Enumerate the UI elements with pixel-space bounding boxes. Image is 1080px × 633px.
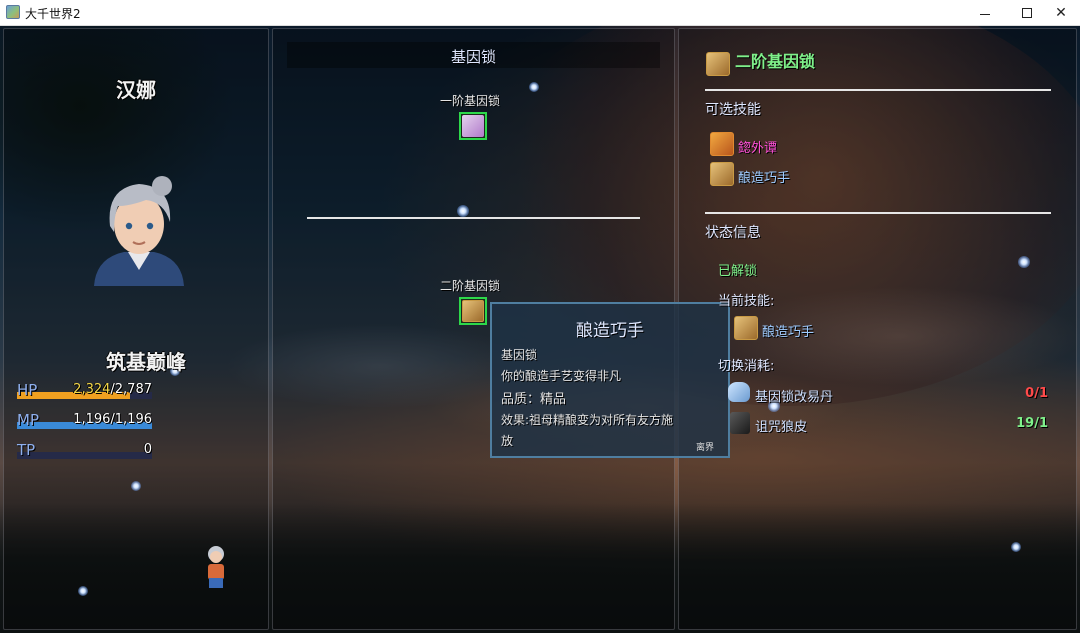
game-scene: 汉娜 筑基巅峰 HP 2,324/2,787 MP 1,196/1,196 TP… [0,26,1080,633]
cost-item-1-count: 19/1 [1016,416,1048,431]
hp-label: HP [17,381,38,399]
hp-value: 2,324/2,787 [73,382,152,397]
minimize-button[interactable] [962,0,1008,26]
current-skill-name: 酿造巧手 [762,325,815,340]
hp-gauge: HP 2,324/2,787 [17,381,152,403]
mp-max: 1,196 [114,412,152,427]
minimize-icon [980,13,990,15]
tooltip-title: 酿造巧手 [576,321,644,341]
detail-separator [705,212,1051,214]
light-orb [529,82,539,92]
cost-item-0-count: 0/1 [1025,386,1048,401]
brewing-skill-icon [734,316,758,340]
skill-option-1[interactable]: 酿造巧手 [738,167,790,186]
brewing-skill-icon[interactable] [710,162,734,186]
close-icon: ✕ [1055,5,1067,21]
mp-gauge: MP 1,196/1,196 [17,411,152,433]
tp-value: 0 [143,442,152,457]
detail-title: 二阶基因锁 [735,52,816,71]
brewing-skill-icon [706,52,730,76]
mp-current: 1,196 [73,412,111,427]
brewing-skill-icon [462,300,484,322]
character-panel [3,28,269,630]
close-button[interactable]: ✕ [1038,0,1080,26]
switch-cost-label: 切换消耗: [718,359,775,374]
light-orb [457,205,469,217]
current-skill-label: 当前技能: [718,294,775,309]
skill-tooltip: 酿造巧手 基因锁 你的酿造手艺变得非凡 品质：精品 效果:祖母精酿变为对所有友方… [490,302,730,458]
gene-lock-title: 基因锁 [450,48,496,66]
tooltip-effect-line1: 效果:祖母精酿变为对所有友方施 [501,413,674,427]
tier2-gene-slot[interactable] [459,297,487,325]
tier1-gene-icon [462,115,484,137]
tooltip-category: 基因锁 [501,348,538,362]
app-icon [6,5,20,19]
mp-value: 1,196/1,196 [73,412,152,427]
detail-separator [705,89,1051,91]
cultivation-realm: 筑基巅峰 [106,350,186,374]
character-sprite [208,546,224,588]
tier2-label: 二阶基因锁 [440,279,501,293]
status-header: 状态信息 [705,225,761,241]
character-name: 汉娜 [116,78,156,102]
cost-item-0-name: 基因锁改易丹 [755,390,834,405]
light-orb [131,481,141,491]
tier-divider [307,217,640,219]
tooltip-quality: 品质：精品 [501,392,567,407]
wolf-pelt-item-icon [730,412,750,434]
window-titlebar: 大千世界2 ✕ [0,0,1080,26]
pill-item-icon [728,382,750,402]
tooltip-description: 你的酿造手艺变得非凡 [501,369,622,383]
skills-header: 可选技能 [705,102,761,118]
kick-skill-icon[interactable] [710,132,734,156]
tp-label: TP [17,441,36,459]
hp-current: 2,324 [73,382,111,397]
tp-bar-track [17,452,152,459]
character-portrait [94,176,184,286]
light-orb [78,586,88,596]
tooltip-close-hint[interactable]: 离界 [696,440,714,453]
mp-label: MP [17,411,39,429]
light-orb [1018,256,1030,268]
maximize-icon [1022,8,1032,18]
tier1-gene-slot[interactable] [459,112,487,140]
unlocked-status: 已解锁 [718,264,758,279]
tp-gauge: TP 0 [17,441,152,463]
window-title: 大千世界2 [25,7,81,21]
light-orb [1011,542,1021,552]
tier1-label: 一阶基因锁 [440,94,501,108]
hp-max: 2,787 [114,382,152,397]
skill-option-0[interactable]: 鍃外谭 [738,137,777,156]
tooltip-effect-line2: 放 [501,434,514,448]
cost-item-1-name: 诅咒狼皮 [755,420,808,435]
